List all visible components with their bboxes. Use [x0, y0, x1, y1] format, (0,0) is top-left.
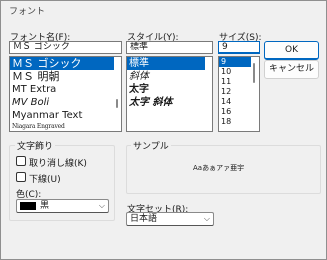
size-list-item[interactable]: 18 — [219, 117, 251, 127]
font-name-input[interactable]: ＭＳ ゴシック — [9, 41, 122, 54]
font-list-item[interactable]: Niagara Engraved — [10, 122, 114, 131]
font-list-scrollbar[interactable] — [114, 57, 121, 131]
underline-label[interactable]: 下線(U) — [29, 172, 61, 185]
sample-group-label: サンプル — [131, 139, 171, 152]
charset-value: 日本語 — [130, 214, 158, 224]
font-dialog: フォント フォント名(F): ＭＳ ゴシック ＭＳ ゴシック ＭＳ 明朝 MT … — [0, 0, 327, 260]
size-input[interactable]: 9 — [218, 41, 260, 54]
color-combobox[interactable]: 黒 ⌵ — [16, 199, 109, 213]
size-list-item[interactable]: 10 — [219, 67, 251, 77]
ok-button[interactable]: OK — [264, 41, 319, 60]
size-list-scrollbar[interactable] — [251, 57, 259, 131]
font-list-item[interactable]: MV Boli — [10, 96, 114, 109]
style-list-scrollbar[interactable] — [205, 57, 212, 131]
underline-checkbox[interactable] — [16, 172, 26, 182]
size-list-item[interactable]: 12 — [219, 87, 251, 97]
style-input[interactable]: 標準 — [126, 41, 213, 54]
chevron-down-icon: ⌵ — [203, 214, 210, 223]
strikeout-checkbox[interactable] — [16, 156, 26, 166]
color-value: 黒 — [40, 201, 50, 211]
size-list[interactable]: 9 10 11 12 14 16 18 — [218, 56, 260, 132]
font-list-item[interactable]: ＭＳ 明朝 — [10, 70, 114, 83]
font-list-item[interactable]: ＭＳ ゴシック — [10, 57, 114, 70]
font-list-item[interactable]: Myanmar Text — [10, 109, 114, 122]
scroll-thumb[interactable] — [253, 63, 255, 83]
dialog-title: フォント — [9, 7, 46, 17]
style-list-item[interactable]: 太字 斜体 — [127, 96, 205, 109]
style-list-item[interactable]: 標準 — [127, 57, 205, 70]
font-list-item[interactable]: MT Extra — [10, 83, 114, 96]
size-list-item[interactable]: 14 — [219, 97, 251, 107]
style-list[interactable]: 標準 斜体 太字 太字 斜体 — [126, 56, 213, 132]
effects-group-label: 文字飾り — [15, 139, 56, 152]
chevron-down-icon: ⌵ — [98, 201, 105, 210]
style-list-item[interactable]: 斜体 — [127, 70, 205, 83]
size-list-item[interactable]: 11 — [219, 77, 251, 87]
charset-combobox[interactable]: 日本語 ⌵ — [126, 212, 214, 226]
cancel-button[interactable]: キャンセル — [264, 60, 319, 79]
size-list-item[interactable]: 9 — [219, 57, 251, 67]
font-name-list[interactable]: ＭＳ ゴシック ＭＳ 明朝 MT Extra MV Boli Myanmar T… — [9, 56, 122, 132]
color-swatch — [20, 202, 36, 210]
sample-preview-text: Aaあぁアァ亜宇 — [193, 164, 245, 172]
size-list-item[interactable]: 16 — [219, 107, 251, 117]
strikeout-label[interactable]: 取り消し線(K) — [29, 156, 87, 169]
scroll-thumb[interactable] — [116, 99, 118, 108]
style-list-item[interactable]: 太字 — [127, 83, 205, 96]
